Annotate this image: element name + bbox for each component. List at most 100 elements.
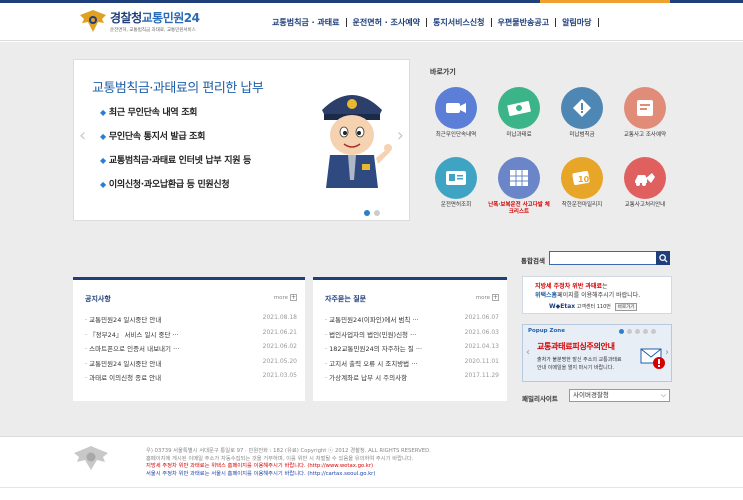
car-crash-icon — [624, 87, 666, 129]
popup-dot[interactable] — [635, 329, 640, 334]
notice-title: 공지사항 — [85, 295, 111, 303]
banner-list-item: ◆ 이의신청·과오납환급 등 민원신청 — [100, 180, 230, 190]
notice-list: 교통민원24 일시중단 안내2021.08.18 『정부24』 서비스 일시 중… — [85, 314, 297, 387]
popup-prev-arrow-icon[interactable]: ‹ — [526, 347, 530, 358]
logo-title: 경찰청교통민원24 — [110, 11, 200, 25]
family-site-select[interactable]: 사이버경찰청 ⌵ — [569, 389, 670, 402]
list-item[interactable]: 교통민원24 일시중단 안내2021.05.20 — [85, 358, 297, 373]
quick-link-accident-guide[interactable]: 교통사고처리안내 — [613, 157, 677, 209]
list-item[interactable]: 182교통민원24의 자주하는 질 ···2021.04.13 — [325, 343, 499, 358]
logo-subtitle: 운전면허, 교통범칙금 과태료, 교통민원서비스 — [110, 28, 196, 33]
quick-link-good-driving-mileage[interactable]: 10 착한운전마일리지 — [550, 157, 614, 209]
list-item[interactable]: 법인사업자의 법인(민원)신청 ···2021.06.03 — [325, 329, 499, 344]
search-button[interactable] — [656, 251, 670, 265]
main-nav: 교통범칙금 · 과태료 운전면허 · 조사예약 통지서비스신청 우편물반송공고 … — [266, 17, 599, 28]
quick-link-label: 미납범칙금 — [569, 132, 595, 138]
footer-wetax-link[interactable]: 지방세 주정차 위반 과태료는 위택스 홈페이지를 이용해주시기 바랍니다. (… — [146, 463, 431, 471]
quick-link-label: 교통사고처리안내 — [624, 202, 666, 208]
money-icon — [498, 87, 540, 129]
quick-link-label: 미납과태료 — [506, 132, 532, 138]
list-item[interactable]: 과태료 이의신청 종료 안내2021.03.05 — [85, 372, 297, 387]
faq-board: 자주묻는 질문 more+ 교통민원24(이파인)에서 범칙 ···2021.0… — [313, 277, 507, 401]
nav-notice[interactable]: 알림마당 — [556, 17, 597, 28]
search-input[interactable] — [549, 251, 657, 265]
popup-dot[interactable] — [627, 329, 632, 334]
banner-dot[interactable] — [374, 210, 380, 216]
nav-fines[interactable]: 교통범칙금 · 과태료 — [266, 17, 346, 28]
banner-pagination — [364, 210, 380, 216]
notice-board: 공지사항 more+ 교통민원24 일시중단 안내2021.08.18 『정부2… — [73, 277, 305, 401]
faq-list: 교통민원24(이파인)에서 범칙 ···2021.06.07 법인사업자의 법인… — [325, 314, 499, 387]
popup-zone[interactable]: Popup Zone ‹ › 교통과태료피싱주의안내 출처가 불분명한 발신 주… — [522, 324, 672, 382]
warning-icon — [561, 87, 603, 129]
popup-body: 출처가 불분명한 발신 주소의 교통과태료 안내 이메일을 열지 마시기 바랍니다… — [537, 357, 622, 371]
wetax-go-button[interactable]: 바로가기 — [614, 303, 638, 311]
banner-next-arrow-icon[interactable]: › — [397, 125, 404, 146]
quick-link-unpaid-fine[interactable]: 미납과태료 — [487, 87, 551, 139]
wetax-logo: W◆Etax — [549, 303, 576, 310]
footer-address: 우) 03739 서울특별시 서대문구 통일로 97 · 민원전화 : 182 … — [146, 448, 431, 454]
nav-notification[interactable]: 통지서비스신청 — [427, 17, 491, 28]
header: 경찰청교통민원24 운전면허, 교통범칙금 과태료, 교통민원서비스 교통범칙금… — [0, 3, 743, 41]
list-item[interactable]: 교통민원24(이파인)에서 범칙 ···2021.06.07 — [325, 314, 499, 329]
list-item[interactable]: 고지서 출력 오류 시 조치방법 ···2020.11.01 — [325, 358, 499, 373]
phishing-warning-illustration — [640, 348, 665, 369]
main-banner[interactable]: 교통범칙금·과태료의 편리한 납부 ◆ 최근 무인단속 내역 조회 ◆ 무인단속 통… — [73, 59, 410, 221]
camera-icon — [435, 87, 477, 129]
quick-link-license-check[interactable]: 운전면허조회 — [424, 157, 488, 209]
list-item[interactable]: 교통민원24 일시중단 안내2021.08.18 — [85, 314, 297, 329]
notice-more-button[interactable]: more + — [274, 294, 297, 301]
banner-list-item: ◆ 최근 무인단속 내역 조회 — [100, 108, 198, 118]
quick-link-label: 교통사고 조사예약 — [623, 132, 667, 138]
wetax-banner[interactable]: 지방세 주정차 위반 과태료는 위택스홈페이지를 이용해주시기 바랍니다. W◆… — [522, 276, 672, 314]
quick-link-label: 착한운전마일리지 — [561, 202, 603, 208]
banner-list: ◆ 최근 무인단속 내역 조회 ◆ 무인단속 통지서 발급 조회 ◆ 교통범칙금·과태… — [100, 105, 251, 201]
search-label: 통합검색 — [521, 257, 545, 265]
quick-link-accident-reservation[interactable]: 교통사고 조사예약 — [613, 87, 677, 139]
popup-headline: 교통과태료피싱주의안내 — [537, 342, 615, 351]
footer-seoul-link[interactable]: 서울시 주정차 위반 과태료는 서울시 홈페이지를 이용해주시기 바랍니다. (… — [146, 471, 431, 479]
mileage-icon: 10 — [561, 157, 603, 199]
plus-icon: + — [290, 294, 297, 301]
chevron-down-icon: ⌵ — [660, 391, 666, 399]
police-officer-illustration — [322, 95, 392, 188]
quick-link-label: 최근무인단속내역 — [435, 132, 477, 138]
license-icon — [435, 157, 477, 199]
popup-zone-pagination — [619, 329, 656, 334]
main-content: 교통범칙금·과태료의 편리한 납부 ◆ 최근 무인단속 내역 조회 ◆ 무인단속 통… — [0, 42, 743, 436]
quick-link-label: 난폭·보복운전 사고다발 체크리스트 — [488, 202, 550, 215]
wetax-banner-line2: 위택스홈페이지를 이용해주시기 바랍니다. — [535, 292, 641, 299]
plus-icon: + — [492, 294, 499, 301]
footer-divider — [0, 487, 743, 488]
nav-license[interactable]: 운전면허 · 조사예약 — [347, 17, 427, 28]
quick-links-title: 바로가기 — [430, 68, 456, 76]
nav-returned-mail[interactable]: 우편물반송공고 — [492, 17, 556, 28]
checklist-icon — [498, 157, 540, 199]
site-logo[interactable]: 경찰청교통민원24 운전면허, 교통범칙금 과태료, 교통민원서비스 — [78, 9, 200, 33]
quick-link-reckless-driving-checklist[interactable]: 난폭·보복운전 사고다발 체크리스트 — [487, 157, 551, 216]
police-emblem-icon — [80, 10, 106, 32]
faq-more-button[interactable]: more + — [476, 294, 499, 301]
list-item[interactable]: 『정부24』 서비스 일시 중단 ···2021.06.21 — [85, 329, 297, 344]
banner-dot[interactable] — [364, 210, 370, 216]
quick-link-unpaid-penalty[interactable]: 미납범칙금 — [550, 87, 614, 139]
wetax-banner-line1: 지방세 주정차 위반 과태료는 — [535, 283, 608, 290]
popup-zone-title: Popup Zone — [528, 328, 565, 334]
police-emblem-icon — [74, 446, 108, 470]
accident-icon — [624, 157, 666, 199]
list-item[interactable]: 스마트폰으로 인증서 내보내기 ···2021.06.02 — [85, 343, 297, 358]
banner-list-item: ◆ 교통범칙금·과태료 인터넷 납부 지원 등 — [100, 156, 251, 166]
list-item[interactable]: 가상계좌로 납부 시 주의사항2017.11.29 — [325, 372, 499, 387]
family-site-label: 패밀리사이트 — [522, 395, 558, 403]
quick-link-recent-enforcement[interactable]: 최근무인단속내역 — [424, 87, 488, 139]
banner-list-item: ◆ 무인단속 통지서 발급 조회 — [100, 132, 206, 142]
popup-dot[interactable] — [619, 329, 624, 334]
popup-next-arrow-icon[interactable]: › — [665, 347, 669, 358]
search-icon — [658, 253, 668, 263]
quick-link-label: 운전면허조회 — [440, 202, 472, 208]
banner-prev-arrow-icon[interactable]: ‹ — [79, 125, 86, 146]
banner-title: 교통범칙금·과태료의 편리한 납부 — [92, 81, 264, 96]
popup-dot[interactable] — [643, 329, 648, 334]
footer: 우) 03739 서울특별시 서대문구 통일로 97 · 민원전화 : 182 … — [0, 436, 743, 500]
popup-dot[interactable] — [651, 329, 656, 334]
